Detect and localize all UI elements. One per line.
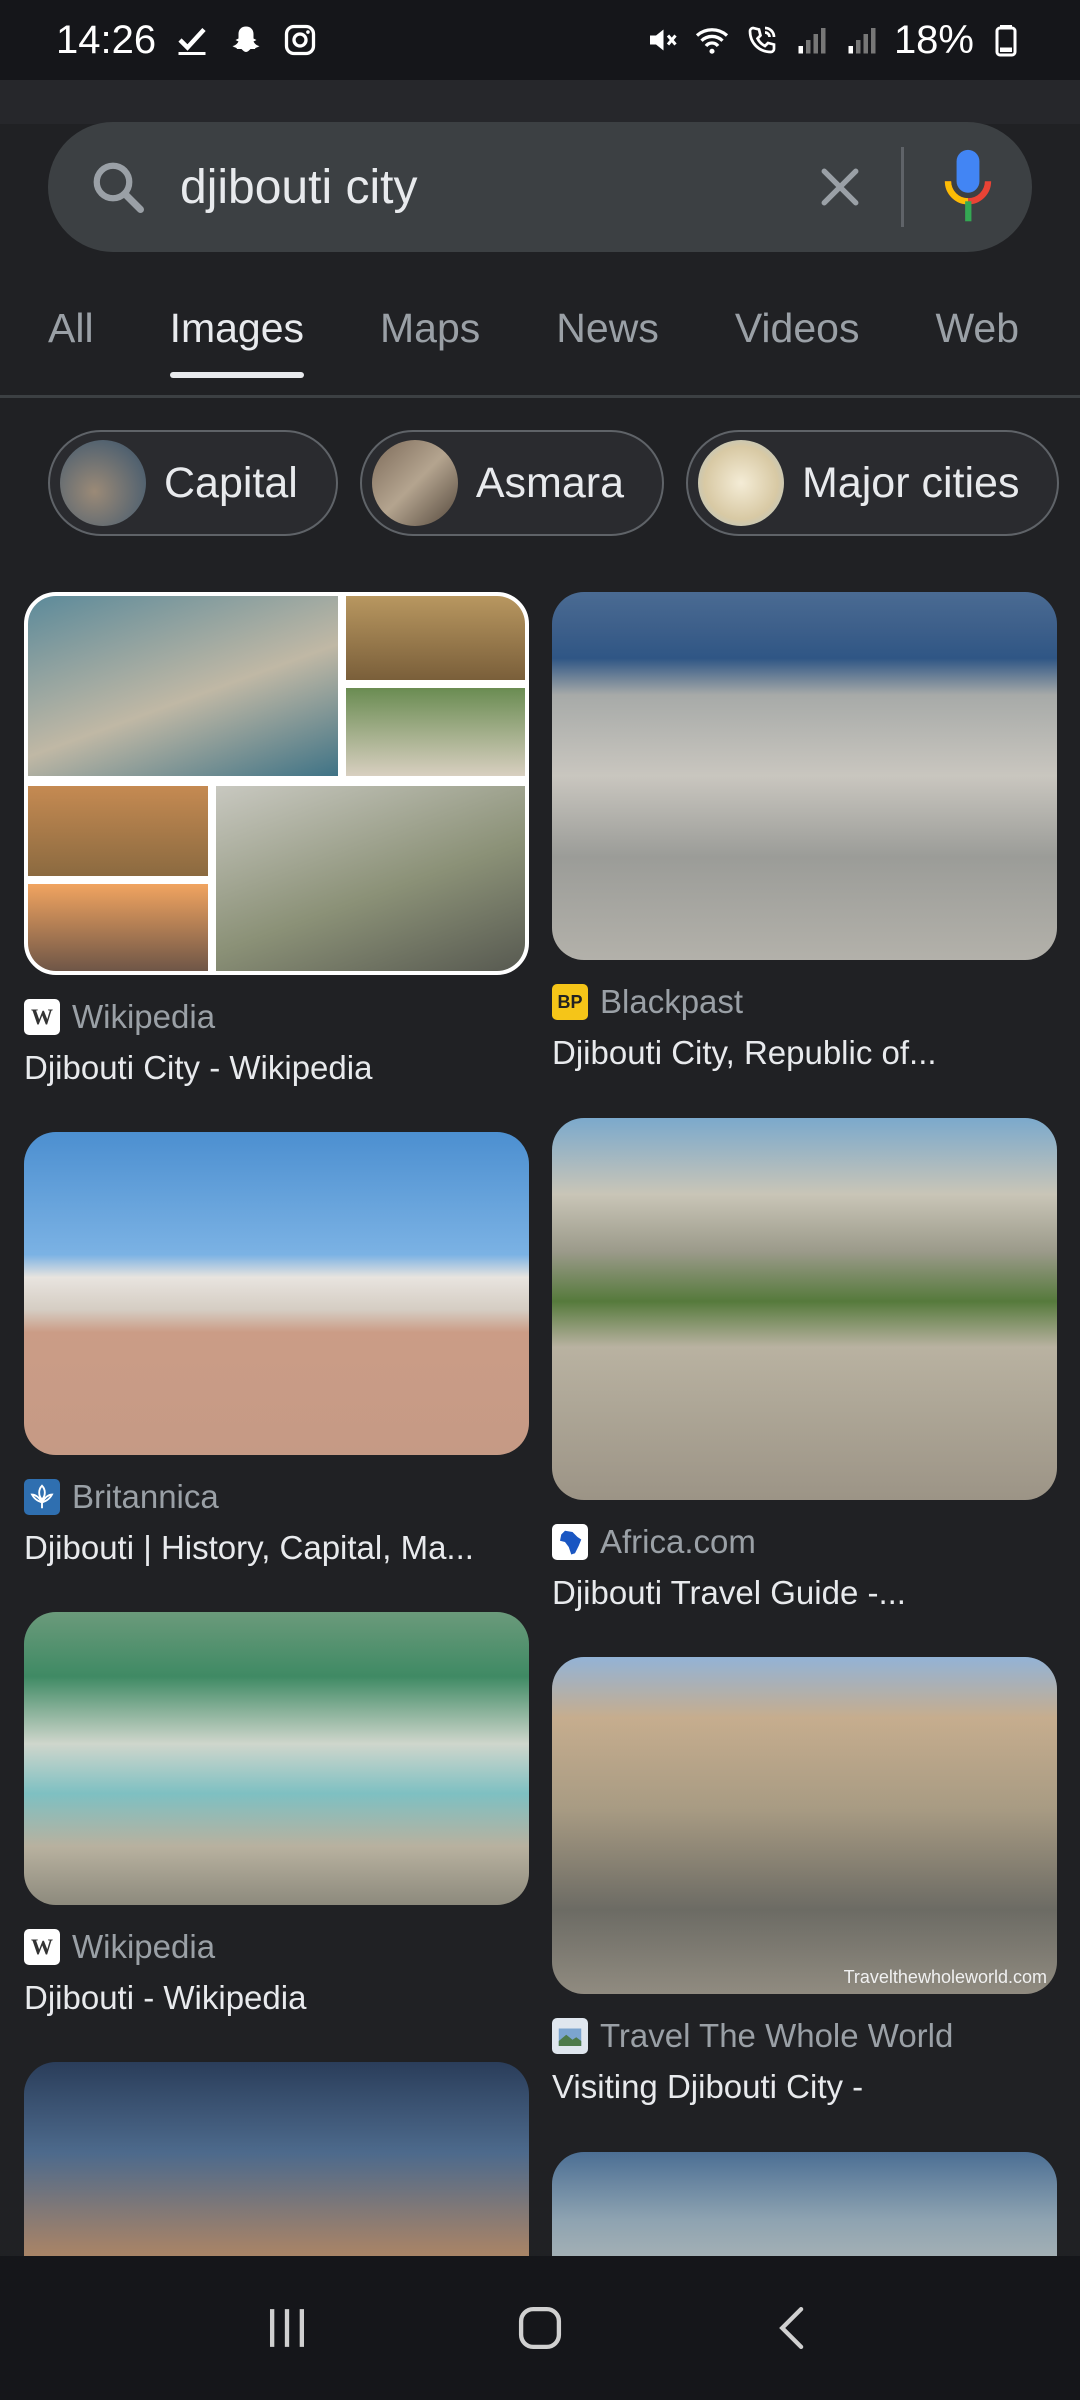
instagram-icon bbox=[282, 22, 318, 58]
source-name: Wikipedia bbox=[72, 1928, 216, 1965]
system-nav-bar bbox=[0, 2256, 1080, 2400]
snapchat-icon bbox=[228, 22, 264, 58]
chip-thumbnail bbox=[698, 440, 785, 526]
result-image[interactable] bbox=[24, 592, 529, 975]
signal-icon-1 bbox=[794, 22, 830, 58]
image-result[interactable]: Travelthewholeworld.com Travel The Whole… bbox=[552, 1657, 1057, 2106]
close-icon[interactable] bbox=[813, 160, 867, 214]
search-bar[interactable]: djibouti city bbox=[48, 122, 1032, 252]
result-source: W Wikipedia bbox=[24, 1927, 529, 1967]
recents-icon bbox=[269, 2309, 304, 2347]
microphone-icon[interactable] bbox=[944, 147, 992, 227]
chip-label: Major cities bbox=[802, 458, 1020, 507]
mute-icon bbox=[644, 22, 680, 58]
result-image[interactable] bbox=[552, 1118, 1057, 1500]
travel-icon bbox=[552, 2018, 588, 2054]
chip-major-cities[interactable]: Major cities bbox=[686, 430, 1060, 536]
result-source: BP Blackpast bbox=[552, 982, 1057, 1022]
divider bbox=[901, 147, 904, 227]
source-name: Blackpast bbox=[600, 983, 744, 1020]
wikipedia-icon: W bbox=[24, 999, 60, 1035]
source-name: Africa.com bbox=[600, 1523, 756, 1560]
chip-label: Asmara bbox=[475, 458, 625, 507]
wifi-icon bbox=[694, 22, 730, 58]
source-name: Britannica bbox=[72, 1478, 219, 1515]
recent-apps-button[interactable] bbox=[242, 2283, 332, 2373]
tab-web[interactable]: Web bbox=[935, 288, 1019, 398]
result-image[interactable]: Travelthewholeworld.com bbox=[552, 1657, 1057, 1994]
home-icon bbox=[518, 2306, 562, 2350]
result-title[interactable]: Djibouti City - Wikipedia bbox=[24, 1049, 529, 1087]
search-icon[interactable] bbox=[88, 157, 148, 217]
tab-news[interactable]: News bbox=[556, 288, 659, 398]
result-source: Travel The Whole World bbox=[552, 2016, 1057, 2056]
image-result[interactable]: W Wikipedia Djibouti - Wikipedia bbox=[24, 1612, 529, 2017]
chip-asmara[interactable]: Asmara bbox=[359, 430, 665, 536]
africa-icon bbox=[552, 1524, 588, 1560]
result-title[interactable]: Djibouti | History, Capital, Ma... bbox=[24, 1529, 529, 1567]
result-source: Britannica bbox=[24, 1477, 529, 1517]
back-button[interactable] bbox=[748, 2283, 838, 2373]
header-band bbox=[0, 80, 1080, 124]
battery-icon bbox=[988, 22, 1024, 58]
home-button[interactable] bbox=[495, 2283, 585, 2373]
wikipedia-icon: W bbox=[24, 1929, 60, 1965]
result-title[interactable]: Visiting Djibouti City - bbox=[552, 2068, 1057, 2106]
chip-label: Capital bbox=[164, 458, 298, 507]
result-source: W Wikipedia bbox=[24, 997, 529, 1037]
tab-images[interactable]: Images bbox=[169, 288, 305, 398]
refinement-chips: Capital Asmara Major cities bbox=[48, 430, 1060, 536]
check-icon bbox=[174, 22, 210, 58]
source-name: Wikipedia bbox=[72, 998, 216, 1035]
britannica-icon bbox=[24, 1479, 60, 1515]
image-result[interactable]: W Wikipedia Djibouti City - Wikipedia bbox=[24, 592, 529, 1087]
tab-maps[interactable]: Maps bbox=[380, 288, 480, 398]
image-result[interactable]: Britannica Djibouti | History, Capital, … bbox=[24, 1132, 529, 1567]
chip-thumbnail bbox=[371, 440, 458, 526]
wifi-calling-icon bbox=[744, 22, 780, 58]
source-name: Travel The Whole World bbox=[600, 2017, 954, 2054]
result-image[interactable] bbox=[24, 1132, 529, 1455]
result-title[interactable]: Djibouti - Wikipedia bbox=[24, 1979, 529, 2017]
result-title[interactable]: Djibouti City, Republic of... bbox=[552, 1034, 1057, 1072]
chip-capital[interactable]: Capital bbox=[48, 430, 338, 536]
clock: 14:26 bbox=[56, 17, 157, 62]
battery-percent: 18% bbox=[893, 17, 974, 62]
search-input[interactable]: djibouti city bbox=[180, 160, 813, 215]
result-source: Africa.com bbox=[552, 1522, 1057, 1562]
status-bar: 14:26 18% bbox=[0, 0, 1080, 80]
result-title[interactable]: Djibouti Travel Guide -... bbox=[552, 1574, 1057, 1612]
image-watermark: Travelthewholeworld.com bbox=[843, 1967, 1047, 1987]
signal-icon-2 bbox=[844, 22, 880, 58]
back-icon bbox=[779, 2306, 804, 2350]
chip-thumbnail bbox=[60, 440, 146, 526]
image-result[interactable]: BP Blackpast Djibouti City, Republic of.… bbox=[552, 592, 1057, 1072]
tab-videos[interactable]: Videos bbox=[735, 288, 860, 398]
result-image[interactable] bbox=[24, 1612, 529, 1905]
search-tabs: All Images Maps News Videos Web bbox=[0, 288, 1080, 398]
result-image[interactable] bbox=[552, 592, 1057, 960]
blackpast-icon: BP bbox=[552, 984, 588, 1020]
image-result[interactable]: Africa.com Djibouti Travel Guide -... bbox=[552, 1118, 1057, 1612]
tab-all[interactable]: All bbox=[48, 288, 94, 398]
